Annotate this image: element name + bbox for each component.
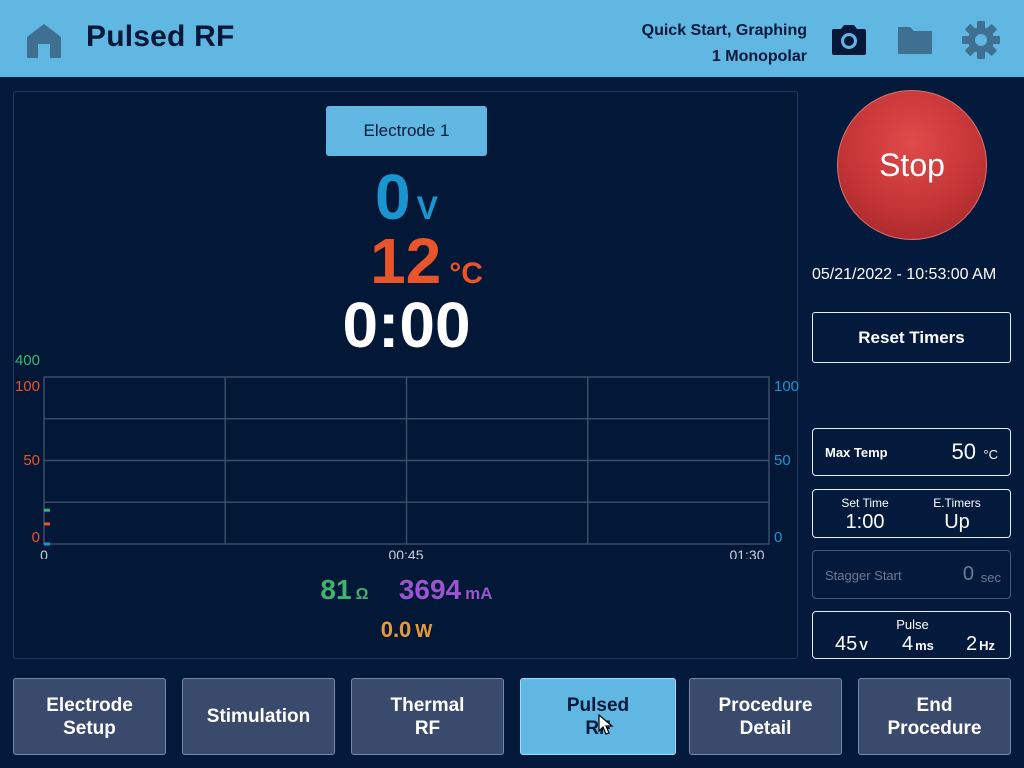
temperature-unit: °C [449,257,483,290]
electrode-1-button[interactable]: Electrode 1 [326,106,487,156]
max-temp-setting[interactable]: Max Temp 50 °C [812,428,1011,476]
tab-stimulation[interactable]: Stimulation [182,678,335,755]
electrode-panel: Electrode 1 0V 12 °C 0:00 400 100 50 0 100 50… [13,91,799,659]
impedance-current-readout: 81 Ω 3694 mA [14,574,799,606]
pulse-voltage: 45 V [835,633,868,656]
camera-icon[interactable] [829,20,869,60]
temperature-readout: 12 °C [14,224,799,298]
max-temp-label: Max Temp [825,445,888,460]
home-icon[interactable] [24,20,64,60]
pulse-width-value: 4 [902,633,914,655]
temperature-value: 12 [370,225,442,297]
etimers-value: Up [944,511,970,533]
stop-button[interactable]: Stop [837,90,987,240]
mode-indicator: Quick Start, Graphing 1 Monopolar [642,18,807,70]
tab-end-procedure[interactable]: End Procedure [858,678,1011,755]
x-axis-tick: 00:45 [388,547,423,559]
etimers-label: E.Timers [933,496,981,510]
right-axis-tick: 100 [774,378,799,395]
current-readout: 3694 mA [399,574,493,605]
set-time-value: 1:00 [845,511,885,533]
stagger-start-label: Stagger Start [825,568,902,583]
stagger-start-unit: sec [980,570,1001,585]
etimers-setting: E.Timers Up [917,496,997,534]
chart-grid [43,376,770,545]
max-temp-value: 50 [951,439,976,464]
voltage-readout: 0V [14,160,799,234]
tab-electrode-setup[interactable]: Electrode Setup [13,678,166,755]
impedance-value: 81 [320,574,352,605]
trend-chart: 400 100 50 0 100 50 0 0 00:45 01:30 [15,352,799,559]
stagger-start-value: 0 [962,563,974,585]
pulse-rate-value: 2 [966,633,978,655]
pulse-width: 4 ms [902,633,934,656]
timer-settings[interactable]: Set Time 1:00 E.Timers Up [812,489,1011,538]
set-time-label: Set Time [841,496,889,510]
set-time-setting: Set Time 1:00 [825,496,905,534]
pulse-rate-unit: Hz [979,638,996,653]
page-title: Pulsed RF [86,20,235,53]
voltage-value: 0 [375,161,411,233]
stagger-start-setting: Stagger Start 0 sec [812,550,1011,599]
left-axis-tick: 100 [15,378,40,395]
impedance-readout: 81 Ω [320,574,368,605]
folder-icon[interactable] [895,20,935,60]
pulse-width-unit: ms [915,638,934,653]
date-time: 05/21/2022 - 10:53:00 AM [812,266,997,283]
power-readout: 0.0 W [14,617,799,643]
mouse-cursor-icon [598,714,614,735]
voltage-unit: V [416,190,438,226]
left-axis-tick: 0 [32,529,40,546]
pulse-voltage-unit: V [859,638,868,653]
max-temp-unit: °C [983,447,998,462]
pulse-voltage-value: 45 [835,633,858,655]
x-axis-tick: 01:30 [729,547,764,559]
impedance-unit: Ω [355,586,369,603]
left-axis-tick: 400 [15,352,40,369]
pulse-settings[interactable]: Pulse 45 V 4 ms 2 Hz [812,611,1011,659]
x-axis-tick: 0 [40,547,48,559]
power-unit: W [415,621,433,641]
tab-thermal-rf[interactable]: Thermal RF [351,678,504,755]
gear-icon[interactable] [961,20,1001,60]
right-axis-tick: 50 [774,452,791,469]
pulse-label: Pulse [896,617,929,632]
top-bar: Pulsed RF Quick Start, Graphing 1 Monopo… [0,0,1024,77]
reset-timers-button[interactable]: Reset Timers [812,312,1011,363]
left-axis-tick: 50 [23,452,40,469]
power-value: 0.0 [380,617,412,642]
current-value: 3694 [398,574,462,605]
mode-line-2: 1 Monopolar [711,48,807,65]
mode-line-1: Quick Start, Graphing [641,22,807,39]
tab-procedure-detail[interactable]: Procedure Detail [689,678,842,755]
pulse-rate: 2 Hz [966,633,995,656]
right-axis-tick: 0 [774,529,782,546]
current-unit: mA [465,584,493,603]
